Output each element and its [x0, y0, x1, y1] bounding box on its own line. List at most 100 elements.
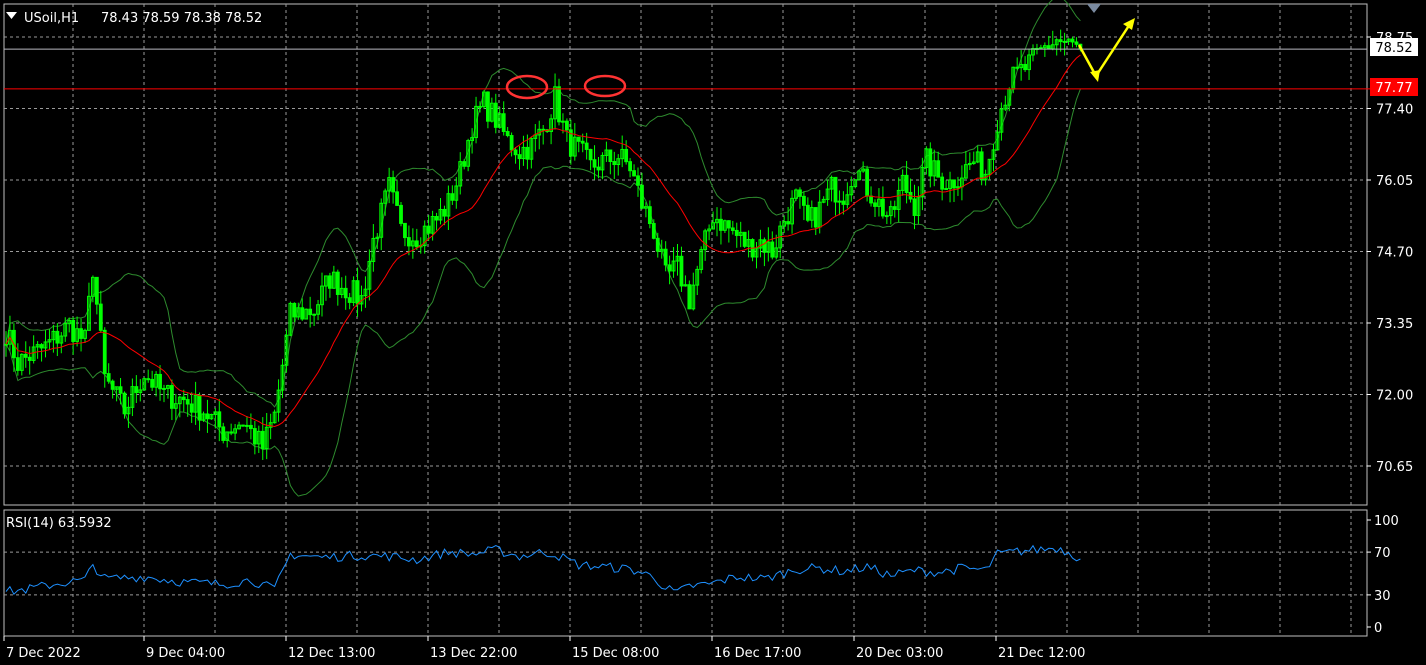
candle-body [557, 86, 561, 123]
candle-body [110, 380, 115, 390]
candle-body [189, 403, 194, 413]
candle-body [450, 193, 455, 201]
candle-body [399, 204, 403, 224]
candle-body [624, 148, 629, 163]
candle-body [205, 413, 210, 420]
chart-menu-triangle-icon[interactable] [6, 12, 17, 19]
up-arrow-head [1123, 18, 1135, 30]
candle-body [170, 385, 174, 409]
y-tick-label: 76.05 [1376, 174, 1413, 189]
bollinger-lower-band [5, 88, 1081, 497]
candle-body [1074, 41, 1079, 45]
main-panel-frame [3, 3, 1368, 506]
candle-body [904, 174, 909, 193]
candle-body [730, 227, 735, 231]
chart-canvas[interactable]: 78.7577.4076.0574.7073.3572.0070.6510070… [0, 0, 1426, 665]
candle-body [15, 357, 20, 371]
candle-body [632, 170, 636, 177]
candle-body [158, 373, 162, 390]
candle-body [23, 353, 28, 358]
candle-body [881, 198, 885, 217]
candle-body [1015, 66, 1020, 69]
candle-body [565, 120, 569, 131]
candle-body [884, 215, 889, 218]
candle-body [249, 424, 253, 430]
candle-body [150, 378, 155, 388]
candle-body [1039, 47, 1043, 50]
candle-body [395, 191, 399, 206]
candle-body [912, 198, 917, 216]
candle-body [94, 276, 99, 305]
candle-body [79, 328, 83, 339]
candle-body [541, 128, 546, 131]
candle-body [312, 313, 317, 316]
candle-body [462, 161, 467, 167]
candle-body [1070, 38, 1075, 43]
candle-body [486, 91, 490, 122]
rsi-tick-label: 100 [1374, 514, 1399, 529]
candle-body [592, 159, 597, 168]
candle-body [414, 240, 419, 248]
candle-body [651, 223, 656, 239]
candle-body [197, 394, 202, 421]
candle-body [134, 386, 139, 394]
candle-body [655, 237, 660, 252]
candle-body [434, 216, 439, 221]
candle-body [813, 207, 818, 228]
candle-body [292, 302, 297, 318]
candle-body [837, 200, 842, 203]
candle-body [478, 105, 482, 108]
rsi-tick-label: 0 [1374, 621, 1382, 636]
candle-body [55, 330, 60, 344]
candle-body [426, 225, 431, 234]
candle-body [505, 130, 510, 137]
candle-body [229, 431, 234, 434]
candle-body [762, 239, 767, 253]
y-tick-label: 73.35 [1376, 317, 1413, 332]
candle-body [98, 303, 103, 331]
candle-body [517, 154, 522, 160]
candle-body [1046, 45, 1051, 50]
period-separator-marker-icon [1087, 4, 1101, 13]
candle-body [584, 142, 589, 150]
candle-body [513, 149, 518, 156]
candle-body [663, 248, 668, 266]
candle-body [1062, 40, 1067, 43]
x-tick-label: 20 Dec 03:00 [856, 646, 943, 661]
moving-average-line [5, 54, 1081, 428]
candle-body [667, 264, 672, 272]
candle-body [241, 424, 245, 427]
x-tick-label: 15 Dec 08:00 [572, 646, 659, 661]
candle-body [1058, 39, 1063, 43]
candle-body [501, 113, 506, 132]
resistance-price-tag: 77.77 [1375, 81, 1412, 96]
x-tick-label: 21 Dec 12:00 [998, 646, 1085, 661]
rsi-panel-frame [3, 509, 1368, 637]
candle-body [509, 135, 514, 151]
double-top-circle-1 [505, 74, 549, 100]
candle-body [928, 148, 933, 177]
candle-body [328, 275, 332, 289]
x-tick-label: 16 Dec 17:00 [714, 646, 801, 661]
candle-body [770, 241, 775, 258]
candle-body [726, 220, 731, 229]
candle-body [936, 160, 941, 178]
candle-body [146, 378, 151, 381]
rsi-line-path [5, 544, 1081, 596]
candle-body [71, 319, 76, 342]
candle-body [493, 102, 498, 128]
candle-body [734, 229, 739, 236]
candle-body [892, 206, 897, 210]
candle-body [162, 387, 166, 390]
candle-body [355, 280, 360, 305]
candle-body [525, 146, 530, 160]
candle-body [952, 179, 956, 189]
candle-body [805, 204, 810, 221]
rsi-label: RSI(14) 63.5932 [6, 516, 112, 531]
candle-body [944, 188, 949, 191]
y-tick-label: 77.40 [1376, 103, 1413, 118]
candle-body [300, 307, 305, 320]
candle-body [217, 411, 222, 428]
candle-body [343, 287, 348, 299]
annotations [505, 4, 1135, 100]
